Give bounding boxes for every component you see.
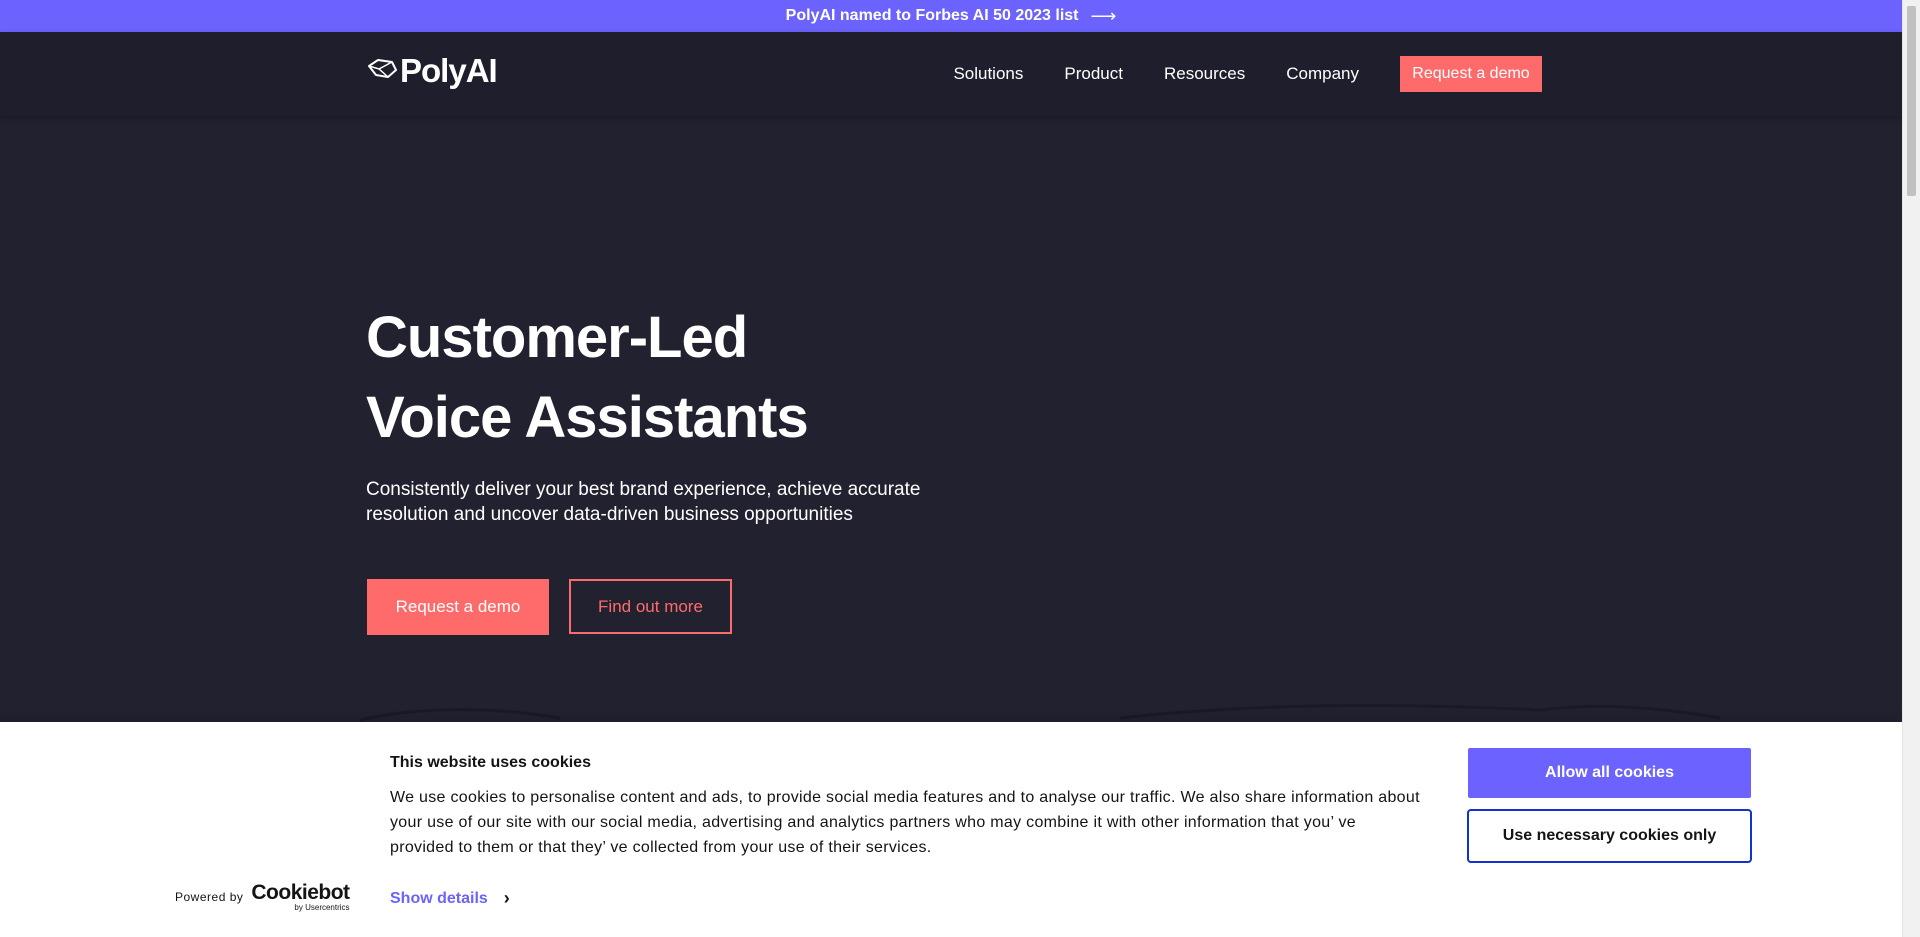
nav-company[interactable]: Company [1286, 64, 1359, 84]
announcement-bar[interactable]: PolyAI named to Forbes AI 50 2023 list ⟶ [0, 0, 1902, 32]
cookiebot-wordmark: Cookiebot [251, 881, 350, 904]
page-scrollbar[interactable] [1902, 0, 1920, 937]
chevron-right-icon: › [503, 888, 510, 908]
polyai-logo[interactable]: PolyAI [366, 52, 498, 90]
hero-subtitle: Consistently deliver your best brand exp… [366, 479, 921, 525]
allow-all-cookies-button[interactable]: Allow all cookies [1468, 748, 1751, 798]
polyai-logo-icon [368, 59, 397, 78]
find-out-more-button[interactable]: Find out more [569, 579, 732, 634]
cookie-banner: This website uses cookies We use cookies… [0, 722, 1902, 937]
hero-title-line-2: Voice Assistants [366, 385, 809, 450]
show-details-label[interactable]: Show details [390, 890, 488, 908]
powered-by-label: Powered by [175, 890, 244, 904]
hero-title-line-1: Customer-Led [366, 305, 748, 370]
show-details-link[interactable]: Show details › [390, 888, 510, 909]
cookiebot-subtitle: by Usercentrics [294, 903, 350, 912]
site-header: PolyAI Solutions Product Resources Compa… [0, 32, 1902, 116]
arrow-right-icon: ⟶ [1090, 5, 1117, 26]
cookiebot-branding[interactable]: Powered by Cookiebot by Usercentrics [175, 882, 350, 912]
logo-wordmark: PolyAI [400, 52, 498, 89]
header-request-demo-button[interactable]: Request a demo [1400, 56, 1542, 92]
cookiebot-logo: Cookiebot by Usercentrics [251, 881, 350, 912]
necessary-cookies-only-button[interactable]: Use necessary cookies only [1467, 809, 1752, 863]
hero-title: Customer-Led Voice Assistants [366, 298, 809, 458]
nav-product[interactable]: Product [1064, 64, 1123, 84]
scrollbar-thumb[interactable] [1907, 6, 1916, 196]
cookie-title: This website uses cookies [390, 754, 591, 771]
main-nav: Solutions Product Resources Company Requ… [953, 32, 1902, 116]
cookie-description: We use cookies to personalise content an… [390, 789, 1420, 856]
nav-resources[interactable]: Resources [1164, 64, 1245, 84]
page: PolyAI named to Forbes AI 50 2023 list ⟶… [0, 0, 1902, 937]
nav-solutions[interactable]: Solutions [953, 64, 1023, 84]
announcement-text[interactable]: PolyAI named to Forbes AI 50 2023 list [786, 7, 1079, 25]
hero-request-demo-button[interactable]: Request a demo [367, 579, 549, 635]
